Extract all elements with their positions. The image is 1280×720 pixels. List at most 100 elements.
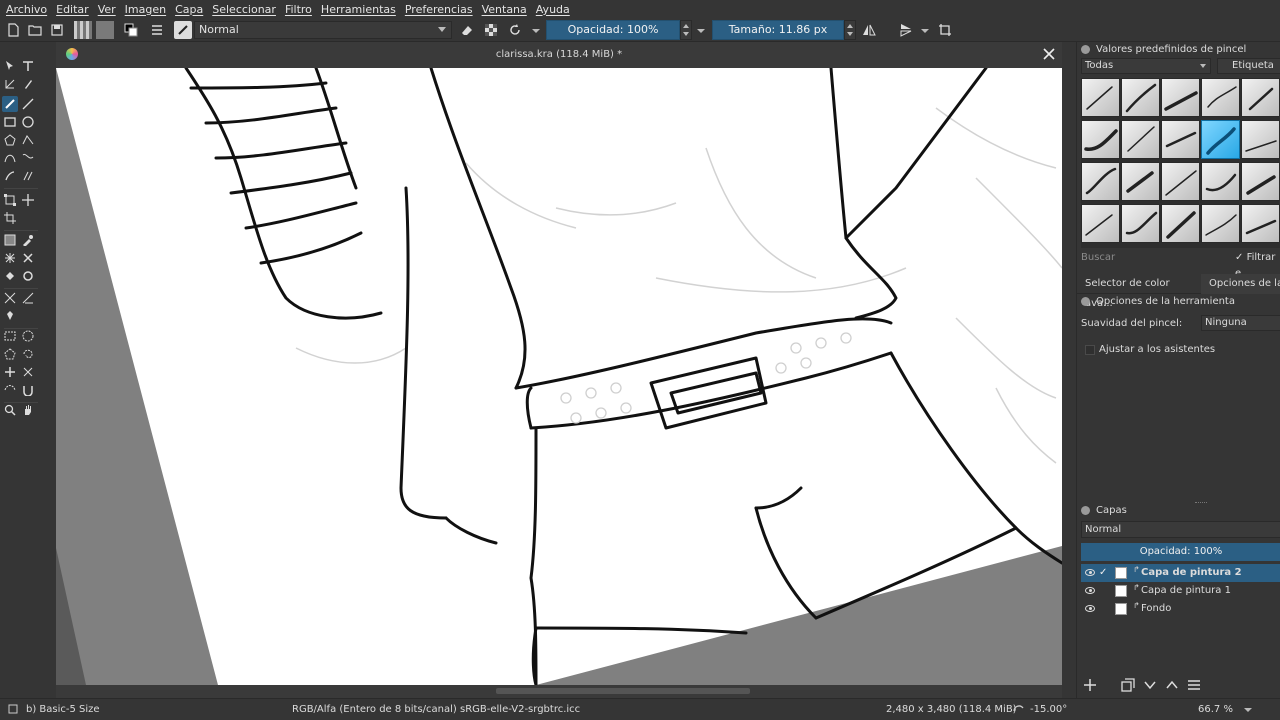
brush-preset-item[interactable] [1121,162,1160,201]
opacity-slider[interactable]: Opacidad: 100% [546,20,680,40]
menu-preferencias[interactable]: Preferencias [405,3,473,16]
gradient-swatch[interactable] [74,21,92,39]
measure-tool-icon[interactable] [2,290,18,306]
move-layer-down-icon[interactable] [1143,678,1157,692]
brush-preset-item[interactable] [1161,162,1200,201]
fill-tool-icon[interactable] [2,268,18,284]
bezier-select-icon[interactable] [2,382,18,398]
brush-settings-icon[interactable] [148,21,166,39]
save-icon[interactable] [48,21,66,39]
alpha-lock-icon[interactable] [482,21,500,39]
polygon-tool-icon[interactable] [2,132,18,148]
opacity-spinner[interactable] [680,20,692,40]
scrollbar-thumb[interactable] [496,688,750,694]
brush-preset-item[interactable] [1081,162,1120,201]
rotation-icon[interactable] [1012,704,1026,717]
brush-preset-item[interactable] [1161,204,1200,243]
status-zoom[interactable]: 66.7 % [1198,704,1233,715]
chevron-down-icon[interactable] [532,29,540,33]
menu-editar[interactable]: Editar [56,3,89,16]
wrap-around-icon[interactable] [936,21,954,39]
menu-herramientas[interactable]: Herramientas [321,3,396,16]
brush-preset-item[interactable] [1201,162,1240,201]
layer-blend-select[interactable]: Normal [1081,521,1280,538]
chevron-down-icon[interactable] [697,29,705,33]
select-shapes-icon[interactable] [2,58,18,74]
reload-preset-icon[interactable] [506,21,524,39]
chevron-down-icon[interactable] [921,29,929,33]
blend-mode-select[interactable]: Normal [194,21,452,39]
docker-splitter[interactable] [1195,502,1207,504]
duplicate-layer-icon[interactable] [1121,678,1135,692]
layer-row[interactable]: ↱ Fondo [1081,600,1280,618]
vertical-scrollbar[interactable] [1062,42,1076,698]
transform-tool-icon[interactable] [2,192,18,208]
brush-preset-item[interactable] [1121,204,1160,243]
brush-preset-item[interactable] [1201,120,1240,159]
checkmark-icon[interactable]: ✓ [1099,564,1107,582]
open-folder-icon[interactable] [26,21,44,39]
brush-preset-item[interactable] [1161,120,1200,159]
ruler-tool-icon[interactable] [20,290,36,306]
bezier-tool-icon[interactable] [2,150,18,166]
gradient-tool-icon[interactable] [2,232,18,248]
rectangle-tool-icon[interactable] [2,114,18,130]
freehand-brush-icon[interactable] [2,96,18,112]
polyline-tool-icon[interactable] [20,132,36,148]
menu-ver[interactable]: Ver [98,3,116,16]
brush-preset-item[interactable] [1121,120,1160,159]
snap-assistants-checkbox[interactable] [1085,345,1095,355]
brush-preset-item[interactable] [1081,78,1120,117]
magnetic-select-icon[interactable] [20,382,36,398]
brush-preset-item[interactable] [1241,78,1280,117]
mirror-vertical-icon[interactable] [897,21,915,39]
visibility-eye-icon[interactable] [1085,569,1095,576]
menu-capa[interactable]: Capa [175,3,203,16]
brush-preset-item[interactable] [1081,120,1120,159]
brush-preset-item[interactable] [1161,78,1200,117]
size-spinner[interactable] [844,20,856,40]
menu-ayuda[interactable]: Ayuda [536,3,570,16]
layer-opacity-slider[interactable]: Opacidad: 100% [1081,543,1280,561]
brush-preset-item[interactable] [1081,204,1120,243]
brush-preset-item[interactable] [1121,78,1160,117]
freehand-path-icon[interactable] [20,150,36,166]
brush-preset-item[interactable] [1241,120,1280,159]
menu-imagen[interactable]: Imagen [125,3,166,16]
document-tab[interactable]: clarissa.kra (118.4 MiB) * [56,42,1062,68]
visibility-eye-icon[interactable] [1085,605,1095,612]
eraser-icon[interactable] [458,21,476,39]
preset-search-input[interactable]: Buscar [1081,250,1231,266]
horizontal-scrollbar[interactable] [56,685,1062,698]
status-rotation[interactable]: -15.00° [1030,704,1067,715]
brush-preset-item[interactable] [1201,78,1240,117]
crop-tool-icon[interactable] [2,210,18,226]
tab-tool-options[interactable]: Opciones de la he [1201,274,1280,294]
layer-properties-icon[interactable] [1187,678,1201,692]
preset-filter-select[interactable]: Todas [1081,58,1211,74]
ellipse-select-icon[interactable] [20,328,36,344]
pattern-edit-icon[interactable] [20,268,36,284]
reference-tool-icon[interactable] [2,308,18,324]
multibrush-icon[interactable] [20,168,36,184]
pan-tool-icon[interactable] [20,402,36,418]
tab-color-selector[interactable]: Selector de color ava... [1077,274,1197,309]
layer-row[interactable]: ↱ Capa de pintura 1 [1081,582,1280,600]
close-document-icon[interactable] [1042,47,1056,61]
visibility-eye-icon[interactable] [1085,587,1095,594]
edit-shapes-icon[interactable] [2,76,18,92]
freehand-select-icon[interactable] [20,346,36,362]
brush-preset-item[interactable] [1241,204,1280,243]
menu-filtro[interactable]: Filtro [285,3,312,16]
line-tool-icon[interactable] [20,96,36,112]
new-document-icon[interactable] [4,21,22,39]
brush-preset-icon[interactable] [174,21,192,39]
move-tool-icon[interactable] [20,192,36,208]
preset-tag-button[interactable]: Etiqueta [1217,58,1280,74]
menu-archivo[interactable]: Archivo [6,3,47,16]
menu-ventana[interactable]: Ventana [482,3,527,16]
brush-preset-item[interactable] [1241,162,1280,201]
ellipse-tool-icon[interactable] [20,114,36,130]
polygon-select-icon[interactable] [2,346,18,362]
chevron-down-icon[interactable] [1244,708,1252,712]
